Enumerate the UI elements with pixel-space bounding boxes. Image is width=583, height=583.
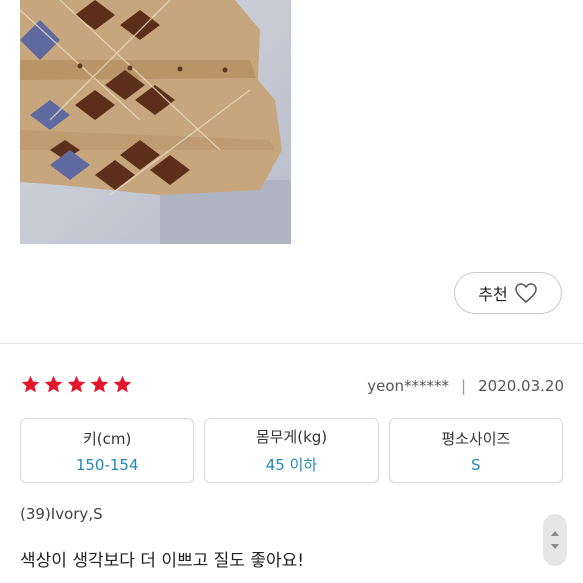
star-icon xyxy=(90,375,109,393)
spec-weight: 몸무게(kg) 45 이하 xyxy=(204,418,379,483)
review-date: 2020.03.20 xyxy=(478,377,564,395)
star-icon xyxy=(44,375,63,393)
spec-value: 45 이하 xyxy=(265,456,318,474)
spec-key: 키(cm) xyxy=(82,429,132,448)
recommend-label: 추천 xyxy=(478,285,508,304)
chevron-down-icon[interactable] xyxy=(551,544,559,549)
product-photo[interactable] xyxy=(20,0,291,244)
purchased-option: (39)Ivory,S xyxy=(20,505,103,523)
review-text: 색상이 생각보다 더 이쁘고 질도 좋아요! xyxy=(20,551,305,571)
chevron-up-icon[interactable] xyxy=(551,531,559,536)
argyle-vest-image xyxy=(20,0,291,244)
spec-key: 평소사이즈 xyxy=(441,429,511,448)
rating-stars xyxy=(20,374,133,395)
spec-usual-size: 평소사이즈 S xyxy=(388,418,563,483)
spec-value: 150-154 xyxy=(75,455,139,474)
star-icon xyxy=(67,375,86,393)
meta-separator: | xyxy=(461,377,467,395)
scroll-control[interactable] xyxy=(543,514,567,566)
reviewer-specs: 키(cm) 150-154 몸무게(kg) 45 이하 평소사이즈 S xyxy=(20,418,563,483)
review-meta: yeon****** | 2020.03.20 xyxy=(367,377,564,395)
spec-height: 키(cm) 150-154 xyxy=(20,418,195,483)
star-icon xyxy=(113,375,132,393)
recommend-button[interactable]: 추천 xyxy=(454,272,562,314)
review-author: yeon****** xyxy=(367,377,450,395)
heart-outline-icon xyxy=(514,283,537,303)
section-divider xyxy=(0,343,583,344)
spec-key: 몸무게(kg) xyxy=(255,428,328,446)
spec-value: S xyxy=(471,455,481,474)
star-icon xyxy=(21,375,40,393)
